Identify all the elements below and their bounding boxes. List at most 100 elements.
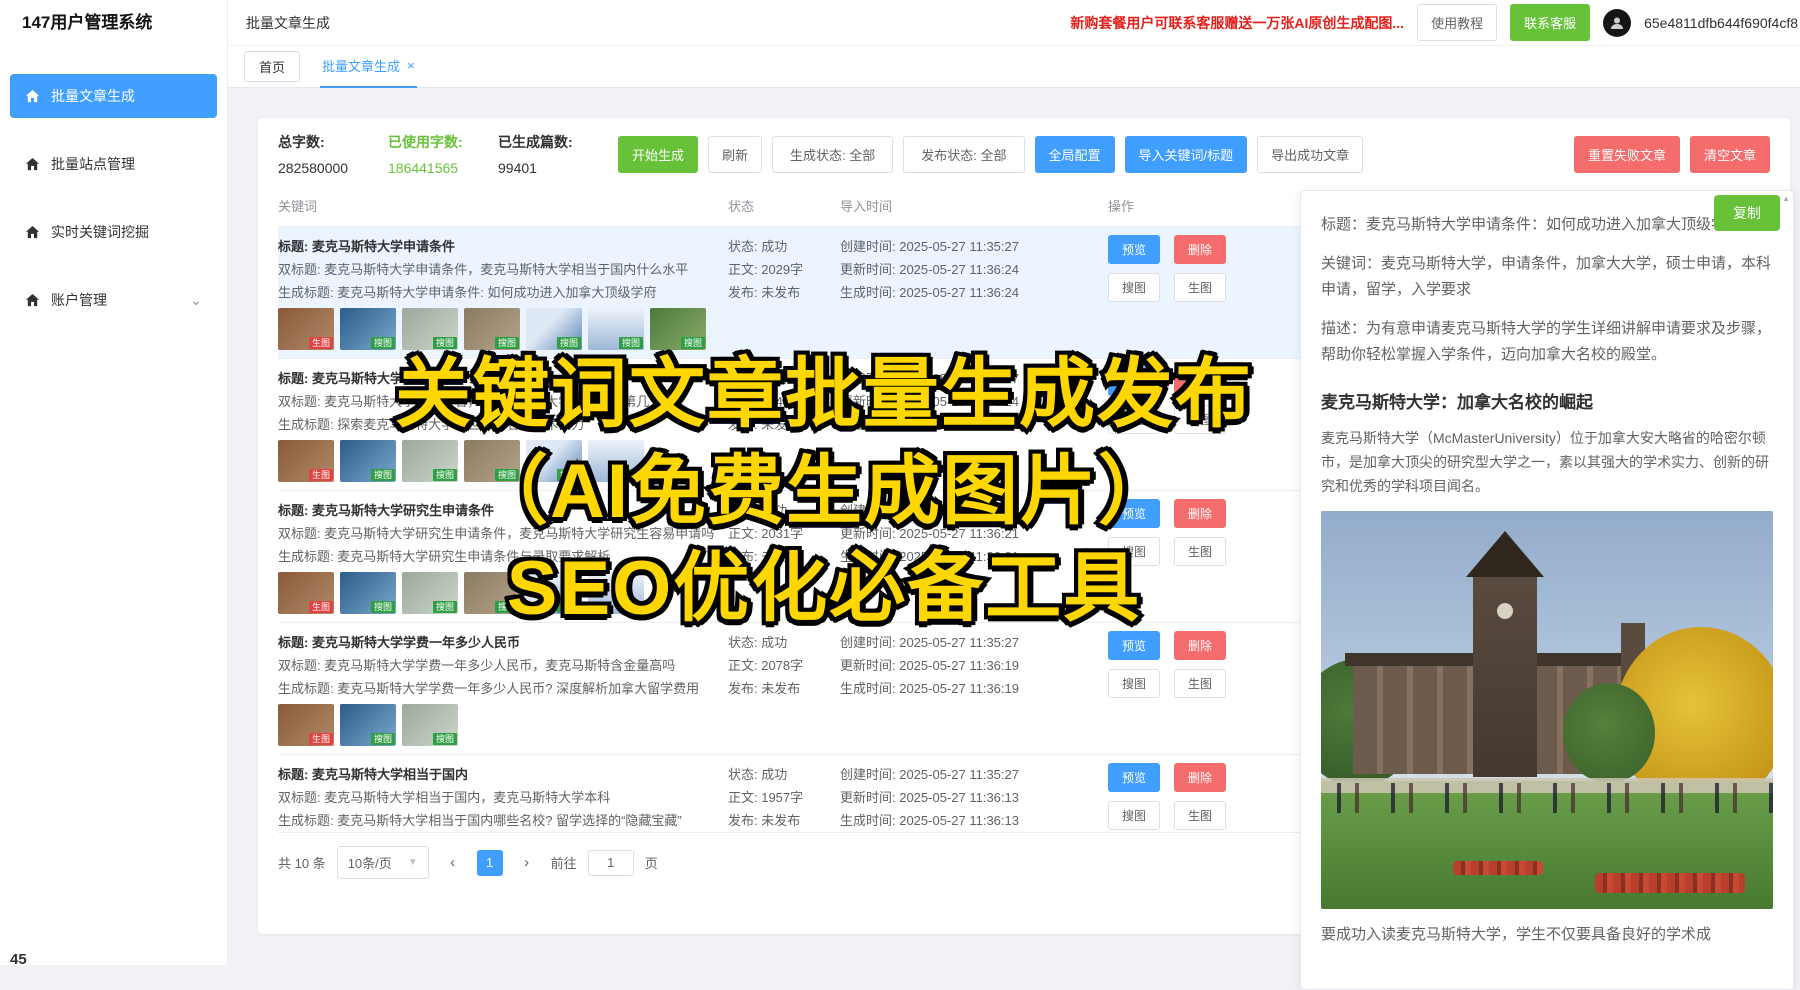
- scroll-up-icon[interactable]: ▲: [1782, 194, 1790, 203]
- thumbnail-tag: 搜图: [495, 601, 519, 613]
- sidebar-item-label: 批量文章生成: [51, 86, 135, 106]
- stat-item: 已生成篇数:99401: [498, 132, 600, 176]
- sidebar-item-3[interactable]: 账户管理 ⌄: [10, 278, 217, 322]
- thumbnail-tag: 搜图: [495, 337, 519, 349]
- sidebar-item-2[interactable]: 实时关键词挖掘: [10, 210, 217, 254]
- time-cell: 创建时间: 2025-05-27 11:35:27更新时间: 2025-05-2…: [840, 367, 1108, 482]
- status-text: 状态: 成功: [728, 367, 840, 390]
- export-success-button[interactable]: 导出成功文章: [1257, 136, 1363, 173]
- article-thumbnail[interactable]: 搜图: [526, 572, 582, 614]
- article-thumbnail[interactable]: 搜图: [588, 572, 644, 614]
- close-icon[interactable]: ×: [407, 58, 415, 73]
- generate-status-filter[interactable]: 生成状态: 全部: [772, 136, 893, 173]
- tab-batch-article[interactable]: 批量文章生成 ×: [320, 46, 417, 88]
- chevron-down-icon: ⌄: [190, 293, 202, 307]
- delete-button[interactable]: 删除: [1174, 235, 1226, 264]
- user-id: 65e4811dfb644f690f4cf8: [1644, 15, 1798, 31]
- article-thumbnail[interactable]: 搜图: [464, 308, 520, 350]
- article-thumbnail[interactable]: 搜图: [650, 308, 706, 350]
- sidebar-item-0[interactable]: 批量文章生成: [10, 74, 217, 118]
- preview-button[interactable]: 预览: [1108, 631, 1160, 660]
- goto-page-input[interactable]: [588, 850, 634, 876]
- article-gen-title: 生成标题: 探索麦克马斯特大学：世界排名与学术实力: [278, 413, 718, 436]
- reset-failed-button[interactable]: 重置失败文章: [1574, 136, 1680, 173]
- article-thumbnail[interactable]: 搜图: [588, 308, 644, 350]
- article-thumbnail[interactable]: 搜图: [402, 572, 458, 614]
- preview-button[interactable]: 预览: [1108, 763, 1160, 792]
- sidebar-item-label: 账户管理: [51, 290, 107, 310]
- article-thumbnail[interactable]: 搜图: [402, 704, 458, 746]
- current-page[interactable]: 1: [477, 850, 503, 876]
- article-thumbnail[interactable]: 搜图: [526, 308, 582, 350]
- import-keywords-button[interactable]: 导入关键词/标题: [1125, 136, 1248, 173]
- sidebar-item-1[interactable]: 批量站点管理: [10, 142, 217, 186]
- article-title: 标题: 麦克马斯特大学研究生申请条件: [278, 499, 718, 522]
- preview-button[interactable]: 预览: [1108, 235, 1160, 264]
- clear-articles-button[interactable]: 清空文章: [1690, 136, 1770, 173]
- thumbnail-tag: 搜图: [371, 337, 395, 349]
- generated-time: 生成时间: 2025-05-27 11:36:24: [840, 281, 1108, 304]
- preview-button[interactable]: 预览: [1108, 367, 1160, 396]
- page-size-value: 10条/页: [348, 853, 392, 872]
- article-thumbnail[interactable]: 搜图: [526, 440, 582, 482]
- generate-image-button[interactable]: 生图: [1174, 537, 1226, 566]
- avatar[interactable]: [1603, 9, 1631, 37]
- next-page-button[interactable]: ›: [514, 850, 540, 876]
- article-thumbnail[interactable]: 搜图: [402, 308, 458, 350]
- delete-button[interactable]: 删除: [1174, 367, 1226, 396]
- goto-label: 前往: [551, 853, 577, 872]
- col-keyword: 关键词: [278, 196, 728, 215]
- publish-status-filter[interactable]: 发布状态: 全部: [903, 136, 1024, 173]
- delete-button[interactable]: 删除: [1174, 631, 1226, 660]
- tab-home[interactable]: 首页: [244, 51, 300, 82]
- article-thumbnail[interactable]: 生图: [278, 572, 334, 614]
- article-thumbnail[interactable]: 生图: [278, 704, 334, 746]
- search-image-button[interactable]: 搜图: [1108, 801, 1160, 830]
- publish-status: 发布: 未发布: [728, 677, 840, 700]
- generate-image-button[interactable]: 生图: [1174, 273, 1226, 302]
- preview-button[interactable]: 预览: [1108, 499, 1160, 528]
- start-generate-button[interactable]: 开始生成: [618, 136, 698, 173]
- generate-image-button[interactable]: 生图: [1174, 405, 1226, 434]
- article-thumbnail[interactable]: 搜图: [464, 572, 520, 614]
- notice-text[interactable]: 新购套餐用户可联系客服赠送一万张AI原创生成配图...: [1070, 13, 1404, 33]
- sidebar-menu: 批量文章生成批量站点管理实时关键词挖掘账户管理 ⌄: [0, 46, 227, 322]
- keyword-cell: 标题: 麦克马斯特大学相当于国内双标题: 麦克马斯特大学相当于国内，麦克马斯特大…: [278, 763, 728, 824]
- article-thumbnail[interactable]: 搜图: [340, 440, 396, 482]
- actions-cell: 预览删除搜图生图: [1108, 499, 1268, 614]
- article-thumbnail[interactable]: 生图: [278, 308, 334, 350]
- article-thumbnail[interactable]: 生图: [278, 440, 334, 482]
- prev-page-button[interactable]: ‹: [440, 850, 466, 876]
- refresh-button[interactable]: 刷新: [708, 136, 762, 173]
- top-bar: 批量文章生成 新购套餐用户可联系客服赠送一万张AI原创生成配图... 使用教程 …: [228, 0, 1800, 46]
- stat-item: 总字数:282580000: [278, 132, 380, 176]
- search-image-button[interactable]: 搜图: [1108, 405, 1160, 434]
- article-thumbnail[interactable]: 搜图: [340, 308, 396, 350]
- thumbnail-tag: 搜图: [495, 469, 519, 481]
- page-size-select[interactable]: 10条/页 ▼: [337, 846, 429, 879]
- global-config-button[interactable]: 全局配置: [1035, 136, 1115, 173]
- search-image-button[interactable]: 搜图: [1108, 537, 1160, 566]
- publish-status: 发布: 未发布: [728, 809, 840, 832]
- article-dual-title: 双标题: 麦克马斯特大学世界排名，麦克马斯特大学世界排名第几: [278, 390, 718, 413]
- copy-button[interactable]: 复制: [1714, 195, 1780, 231]
- article-title: 标题: 麦克马斯特大学世界排名: [278, 367, 718, 390]
- support-button[interactable]: 联系客服: [1510, 4, 1590, 41]
- created-time: 创建时间: 2025-05-27 11:35:27: [840, 499, 1108, 522]
- article-thumbnail[interactable]: 搜图: [340, 572, 396, 614]
- search-image-button[interactable]: 搜图: [1108, 273, 1160, 302]
- delete-button[interactable]: 删除: [1174, 499, 1226, 528]
- article-thumbnail[interactable]: 搜图: [588, 440, 644, 482]
- generate-image-button[interactable]: 生图: [1174, 669, 1226, 698]
- preview-panel: 复制 ▲ 标题：麦克马斯特大学申请条件：如何成功进入加拿大顶级学府 关键词：麦克…: [1300, 190, 1794, 990]
- article-title: 标题: 麦克马斯特大学申请条件: [278, 235, 718, 258]
- delete-button[interactable]: 删除: [1174, 763, 1226, 792]
- time-cell: 创建时间: 2025-05-27 11:35:27更新时间: 2025-05-2…: [840, 499, 1108, 614]
- article-thumbnail[interactable]: 搜图: [340, 704, 396, 746]
- search-image-button[interactable]: 搜图: [1108, 669, 1160, 698]
- updated-time: 更新时间: 2025-05-27 11:36:24: [840, 258, 1108, 281]
- tutorial-button[interactable]: 使用教程: [1417, 4, 1497, 41]
- article-thumbnail[interactable]: 搜图: [402, 440, 458, 482]
- generate-image-button[interactable]: 生图: [1174, 801, 1226, 830]
- article-thumbnail[interactable]: 搜图: [464, 440, 520, 482]
